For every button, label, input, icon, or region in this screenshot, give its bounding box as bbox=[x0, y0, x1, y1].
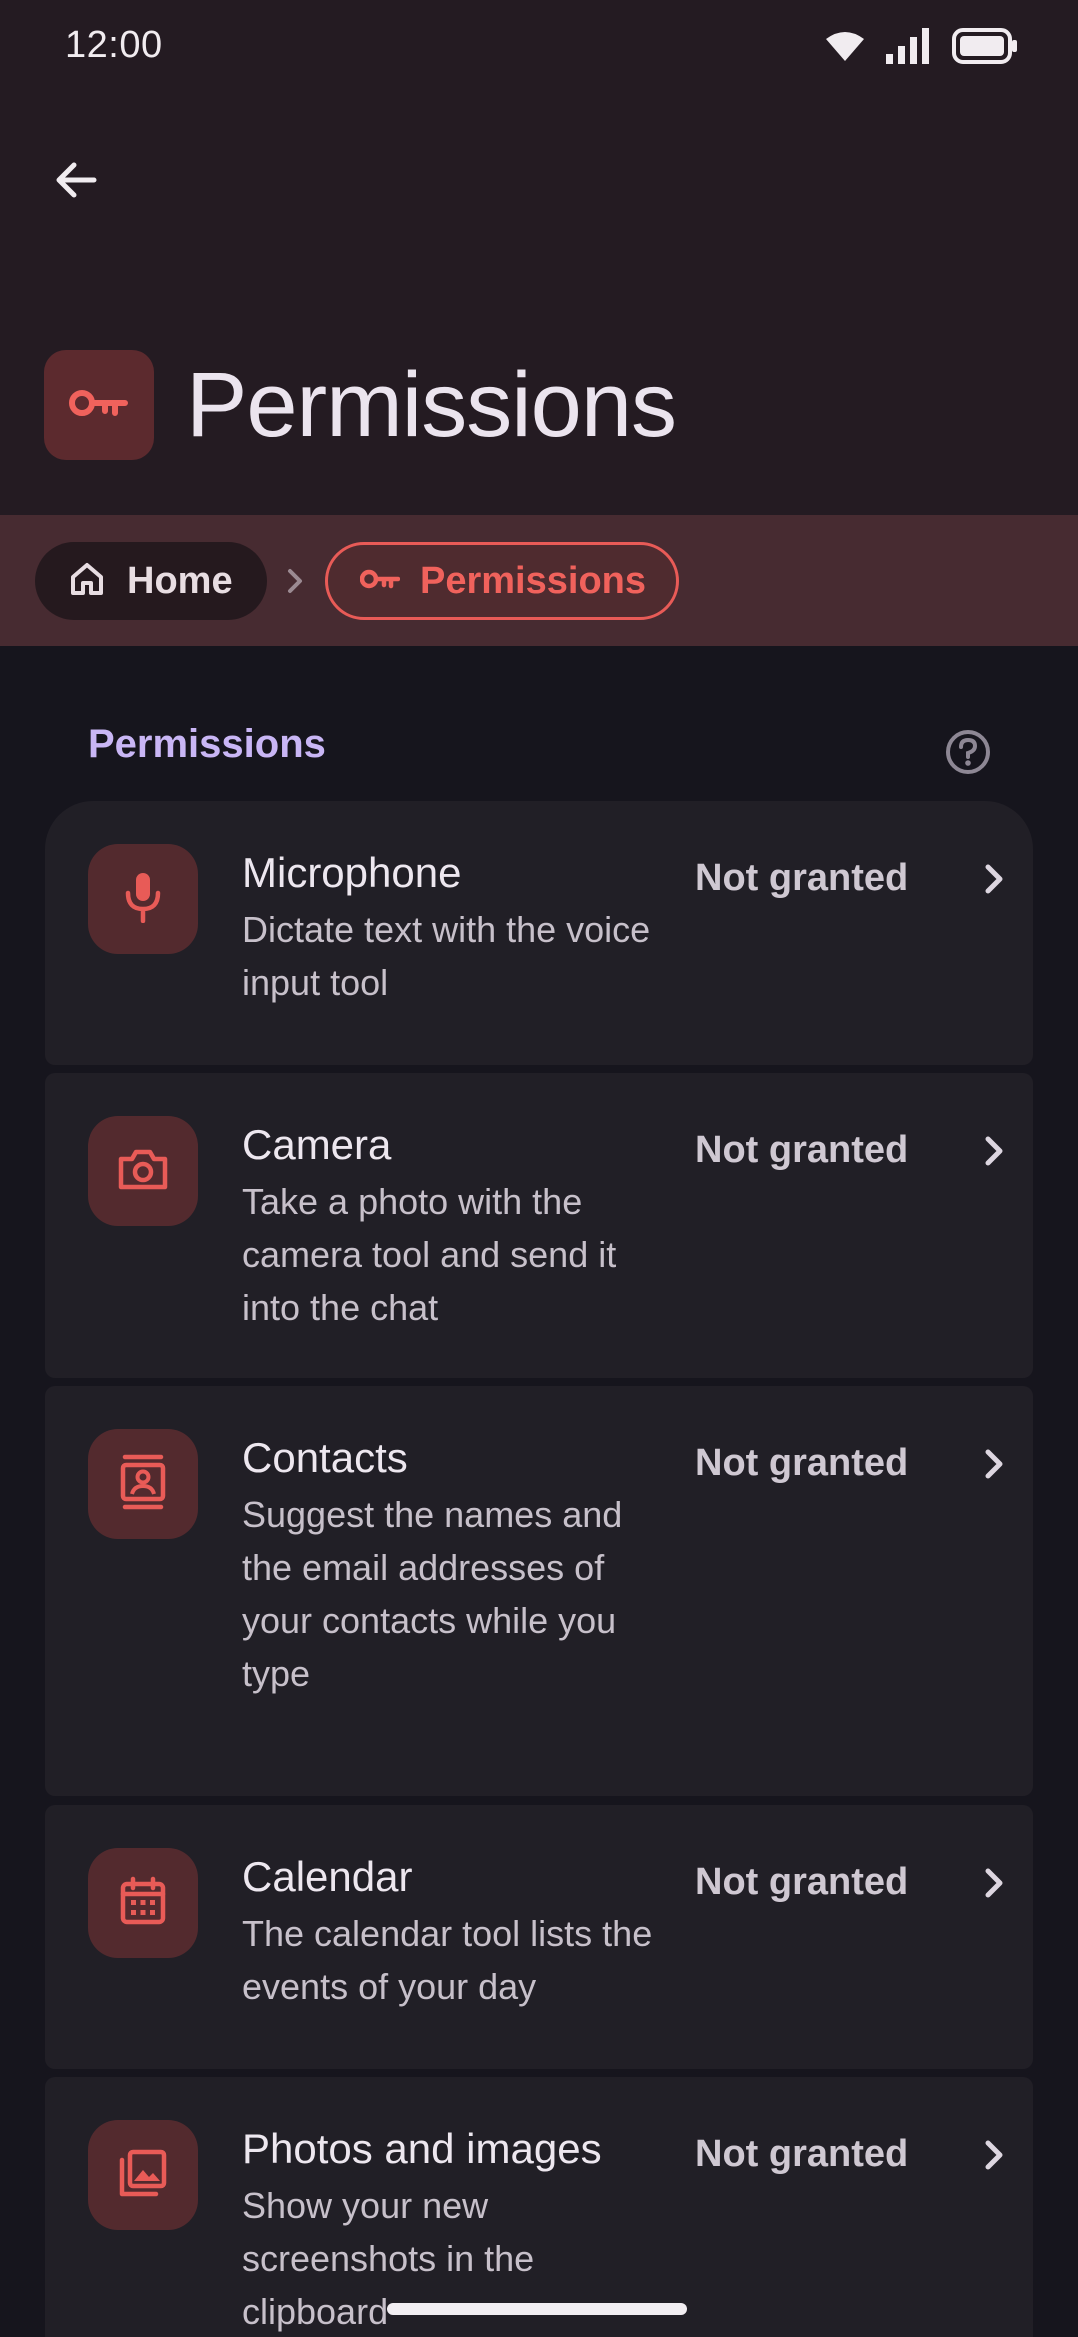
breadcrumb: Home Permissions bbox=[0, 515, 1078, 646]
title-icon-container bbox=[44, 350, 154, 460]
chevron-right-icon bbox=[286, 563, 310, 599]
contacts-icon bbox=[119, 1454, 167, 1515]
permission-status: Not granted bbox=[695, 1129, 909, 1171]
permission-title: Contacts bbox=[242, 1434, 408, 1481]
permission-card-camera[interactable]: Camera Take a photo with the camera tool… bbox=[45, 1073, 1033, 1378]
breadcrumb-current-label: Permissions bbox=[420, 559, 646, 602]
status-time: 12:00 bbox=[65, 24, 163, 66]
calendar-icon bbox=[119, 1876, 167, 1931]
page-header: Permissions bbox=[44, 350, 677, 460]
breadcrumb-home-label: Home bbox=[127, 559, 233, 602]
section-title: Permissions bbox=[88, 722, 326, 766]
key-icon bbox=[359, 566, 401, 597]
arrow-left-icon bbox=[52, 156, 100, 209]
photos-icon bbox=[118, 2148, 168, 2203]
home-icon bbox=[69, 562, 105, 601]
permission-description: Suggest the names and the email addresse… bbox=[242, 1494, 623, 1694]
permission-description: Take a photo with the camera tool and se… bbox=[242, 1181, 617, 1328]
signal-icon bbox=[886, 27, 930, 69]
permission-description: Dictate text with the voice input tool bbox=[242, 909, 651, 1003]
card-icon-container bbox=[88, 844, 198, 954]
chevron-right-icon bbox=[983, 1131, 1013, 1171]
card-icon-container bbox=[88, 1116, 198, 1226]
permission-description: The calendar tool lists the events of yo… bbox=[242, 1913, 653, 2007]
permission-card-contacts[interactable]: Contacts Suggest the names and the email… bbox=[45, 1386, 1033, 1796]
permission-status: Not granted bbox=[695, 857, 909, 899]
permission-card-microphone[interactable]: Microphone Dictate text with the voice i… bbox=[45, 801, 1033, 1065]
permission-card-photos[interactable]: Photos and images Show your new screensh… bbox=[45, 2077, 1033, 2337]
permission-title: Calendar bbox=[242, 1853, 413, 1900]
card-icon-container bbox=[88, 1848, 198, 1958]
chevron-right-icon bbox=[983, 1863, 1013, 1903]
breadcrumb-current[interactable]: Permissions bbox=[325, 542, 679, 620]
permission-card-calendar[interactable]: Calendar The calendar tool lists the eve… bbox=[45, 1805, 1033, 2069]
chevron-right-icon bbox=[983, 859, 1013, 899]
card-icon-container bbox=[88, 2120, 198, 2230]
permission-title: Microphone bbox=[242, 849, 462, 896]
permission-title: Photos and images bbox=[242, 2125, 602, 2172]
help-button[interactable] bbox=[940, 726, 996, 782]
permission-title: Camera bbox=[242, 1121, 392, 1168]
battery-icon bbox=[952, 27, 1018, 69]
status-bar: 12:00 bbox=[0, 0, 1078, 96]
status-icons bbox=[826, 27, 1018, 69]
permission-status: Not granted bbox=[695, 2133, 909, 2175]
breadcrumb-home[interactable]: Home bbox=[35, 542, 267, 620]
wifi-icon bbox=[826, 31, 864, 66]
home-indicator[interactable] bbox=[387, 2303, 687, 2315]
microphone-icon bbox=[123, 871, 163, 928]
card-icon-container bbox=[88, 1429, 198, 1539]
help-circle-icon bbox=[944, 728, 992, 781]
permission-status: Not granted bbox=[695, 1861, 909, 1903]
chevron-right-icon bbox=[983, 1444, 1013, 1484]
camera-icon bbox=[117, 1147, 169, 1196]
chevron-right-icon bbox=[983, 2135, 1013, 2175]
back-button[interactable] bbox=[36, 142, 116, 222]
permission-status: Not granted bbox=[695, 1442, 909, 1484]
page-title: Permissions bbox=[186, 353, 677, 456]
key-icon bbox=[69, 385, 129, 426]
